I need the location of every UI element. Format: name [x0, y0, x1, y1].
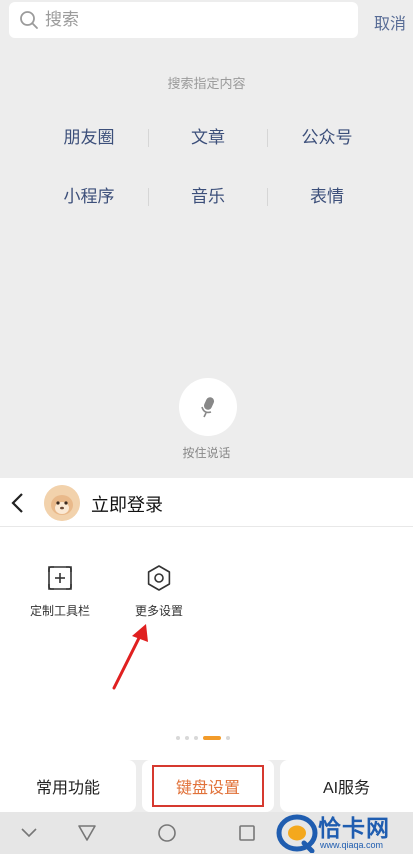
- watermark-url: www.qiaqa.com: [320, 840, 384, 850]
- avatar-icon: [44, 485, 80, 521]
- search-icon: [20, 11, 38, 29]
- recents-square-icon[interactable]: [238, 824, 256, 842]
- panel-tabs: 常用功能 键盘设置 AI服务: [0, 760, 413, 812]
- page-dot: [185, 736, 189, 740]
- annotation-arrow-icon: [112, 624, 148, 690]
- gear-icon: [147, 565, 171, 591]
- search-bar[interactable]: [9, 2, 358, 38]
- voice-input-button[interactable]: [179, 378, 237, 436]
- category-mini-programs[interactable]: 小程序: [30, 185, 148, 209]
- page-dot-active: [203, 736, 221, 740]
- back-button[interactable]: [10, 491, 26, 520]
- login-link[interactable]: 立即登录: [91, 491, 163, 517]
- category-official-accounts[interactable]: 公众号: [268, 126, 386, 150]
- add-square-icon: [48, 566, 72, 590]
- tab-common-functions[interactable]: 常用功能: [0, 760, 136, 812]
- page-dot: [226, 736, 230, 740]
- customize-toolbar-button[interactable]: 定制工具栏: [20, 564, 100, 619]
- watermark: 恰卡网 www.qiaqa.com: [276, 812, 413, 854]
- watermark-title: 恰卡网: [318, 815, 390, 841]
- tab-keyboard-settings[interactable]: 键盘设置: [142, 760, 274, 812]
- voice-input-label: 按住说话: [182, 446, 231, 460]
- microphone-icon: [201, 397, 215, 418]
- search-input[interactable]: [45, 10, 345, 30]
- category-row: 朋友圈 文章 公众号: [30, 126, 386, 150]
- tool-label: 定制工具栏: [29, 604, 90, 618]
- panel-header: 立即登录: [0, 478, 413, 527]
- back-triangle-icon[interactable]: [77, 824, 97, 842]
- page-indicator: [176, 736, 230, 740]
- avatar[interactable]: [44, 485, 80, 521]
- more-settings-button[interactable]: 更多设置: [119, 564, 199, 619]
- category-articles[interactable]: 文章: [149, 126, 267, 150]
- tab-ai-services[interactable]: AI服务: [280, 760, 413, 812]
- category-music[interactable]: 音乐: [149, 185, 267, 209]
- category-moments[interactable]: 朋友圈: [30, 126, 148, 150]
- search-hint: 搜索指定内容: [167, 76, 246, 91]
- category-stickers[interactable]: 表情: [268, 185, 386, 209]
- tool-label: 更多设置: [134, 604, 183, 618]
- watermark-logo-icon: [276, 814, 318, 853]
- chevron-left-icon: [11, 493, 23, 513]
- page-dot: [194, 736, 198, 740]
- cancel-button[interactable]: 取消: [374, 10, 406, 34]
- home-circle-icon[interactable]: [157, 823, 177, 843]
- page-dot: [176, 736, 180, 740]
- chevron-down-icon[interactable]: [20, 827, 38, 839]
- category-row: 小程序 音乐 表情: [30, 185, 386, 209]
- tab-label: 键盘设置: [151, 765, 264, 807]
